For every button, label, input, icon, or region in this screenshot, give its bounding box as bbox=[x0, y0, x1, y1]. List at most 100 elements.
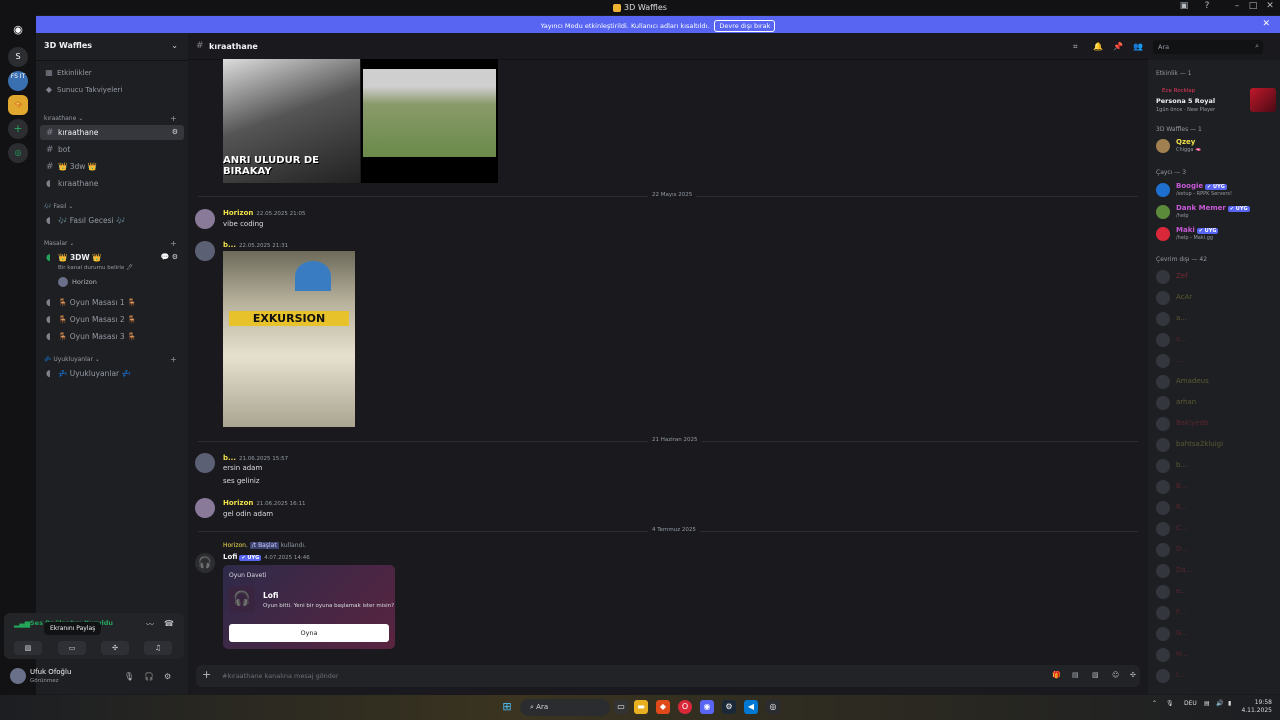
language-indicator[interactable]: DEU bbox=[1184, 700, 1197, 707]
member-offline[interactable]: arhan bbox=[1154, 395, 1278, 413]
add-server-icon[interactable]: + bbox=[8, 119, 28, 139]
activity-card[interactable]: Ece Rocklap Persona 5 Royal 1gün önce · … bbox=[1152, 88, 1276, 114]
voice-channel-kiraathane[interactable]: ◖ kıraathane bbox=[40, 176, 184, 191]
member-boogie[interactable]: Boogie ✔ UYG/setup - RPPK Servers! bbox=[1154, 182, 1278, 200]
member-offline[interactable]: a... bbox=[1154, 311, 1278, 329]
settings-icon[interactable]: ⚙ bbox=[164, 672, 171, 681]
discord-home-icon[interactable]: ◉ bbox=[8, 20, 28, 40]
attachment-image-meme[interactable]: ANRI ULUDUR DE BIRAKAY bbox=[223, 59, 360, 183]
channel-kiraathane[interactable]: # kıraathane ⚙ bbox=[40, 125, 184, 140]
server-icon-fsit[interactable]: FS IT bbox=[8, 71, 28, 91]
channel-bot[interactable]: # bot bbox=[40, 142, 184, 157]
play-button[interactable]: Oyna bbox=[229, 624, 389, 642]
member-maki[interactable]: Maki ✔ UYG/help - Maki.gg bbox=[1154, 226, 1278, 244]
member-list-icon[interactable]: 👥 bbox=[1133, 42, 1143, 51]
activities-button[interactable]: ✣ bbox=[101, 641, 129, 655]
server-header[interactable]: 3D Waffles ⌄ bbox=[36, 33, 188, 61]
add-channel-icon[interactable]: + bbox=[170, 355, 177, 364]
screen-share-button[interactable]: ▭ bbox=[58, 641, 86, 655]
command-reply[interactable]: Horizon, /t Başlat kullandı. bbox=[223, 542, 306, 549]
voice-channel-uyukluyanlar[interactable]: ◖ 💤 Uyukluyanlar 💤 bbox=[40, 366, 184, 381]
voice-user[interactable]: Horizon bbox=[58, 277, 97, 287]
vscode-icon[interactable]: ◀ bbox=[744, 700, 758, 714]
member-offline[interactable]: ... bbox=[1154, 353, 1278, 371]
category-kiraathane[interactable]: kıraathane ⌄ + bbox=[44, 114, 177, 123]
message-author[interactable]: b... 22.05.2025 21:31 bbox=[223, 241, 288, 249]
disconnect-icon[interactable]: ☎ bbox=[164, 619, 174, 628]
close-icon[interactable]: ✕ bbox=[1262, 19, 1270, 29]
member-offline[interactable]: G... bbox=[1154, 626, 1278, 644]
attachment-image-exkursion[interactable]: EXKURSION bbox=[223, 251, 355, 427]
close-button[interactable]: ✕ bbox=[1263, 1, 1277, 13]
message-author[interactable]: Horizon 21.06.2025 16:11 bbox=[223, 499, 305, 507]
tray-chevron-icon[interactable]: ⌃ bbox=[1152, 700, 1157, 707]
volume-icon[interactable]: 🔊 bbox=[1216, 700, 1223, 707]
sticker-icon[interactable]: ▧ bbox=[1092, 671, 1099, 679]
category-masalar[interactable]: Masalar ⌄ + bbox=[44, 239, 177, 248]
events-item[interactable]: ▦ Etkinlikler bbox=[44, 66, 91, 80]
battery-icon[interactable]: ▮ bbox=[1228, 700, 1231, 707]
avatar[interactable] bbox=[195, 498, 215, 518]
file-explorer-icon[interactable]: ▬ bbox=[634, 700, 648, 714]
taskbar-search[interactable]: ⌕ Ara bbox=[520, 699, 610, 716]
channel-status-hint[interactable]: Bir kanal durumu belirle 🖊 bbox=[58, 265, 133, 271]
message-author[interactable]: Horizon 22.05.2025 21:05 bbox=[223, 209, 305, 217]
apps-icon[interactable]: ✣ bbox=[1130, 671, 1136, 679]
discover-icon[interactable]: ◎ bbox=[8, 143, 28, 163]
threads-icon[interactable]: ⌗ bbox=[1073, 42, 1078, 52]
boosts-item[interactable]: ◆ Sunucu Takviyeleri bbox=[44, 83, 122, 97]
headphones-avatar-icon[interactable]: 🎧 bbox=[195, 553, 215, 573]
network-icon[interactable]: ▤ bbox=[1204, 700, 1210, 707]
member-offline[interactable]: Zef bbox=[1154, 269, 1278, 287]
microphone-icon[interactable]: 🎙 bbox=[1166, 700, 1174, 707]
member-offline[interactable]: F... bbox=[1154, 605, 1278, 623]
voice-channel-3dw[interactable]: ◖ 👑 3DW 👑 💬 ⚙ bbox=[40, 250, 184, 265]
notification-bell-icon[interactable]: 🔔 bbox=[1093, 42, 1103, 51]
avatar[interactable] bbox=[195, 453, 215, 473]
attachment-image-painting[interactable] bbox=[361, 59, 498, 183]
steam-icon[interactable]: ⚙ bbox=[722, 700, 736, 714]
member-offline[interactable]: Bakiyedb bbox=[1154, 416, 1278, 434]
soundboard-button[interactable]: ♫ bbox=[144, 641, 172, 655]
server-icon-3dwaffles[interactable]: 🧇 bbox=[8, 95, 28, 115]
member-offline[interactable]: I... bbox=[1154, 668, 1278, 686]
voice-channel-masa3[interactable]: ◖ 🪑 Oyun Masası 3 🪑 bbox=[40, 329, 184, 344]
member-offline[interactable]: b... bbox=[1154, 458, 1278, 476]
avatar[interactable] bbox=[10, 668, 26, 684]
server-icon-s[interactable]: S bbox=[8, 47, 28, 67]
member-offline[interactable]: Da... bbox=[1154, 563, 1278, 581]
headphones-icon[interactable]: 🎧 bbox=[144, 672, 154, 681]
microphone-icon[interactable]: 🎙 bbox=[124, 672, 134, 681]
add-channel-icon[interactable]: + bbox=[170, 114, 177, 123]
brave-icon[interactable]: ◆ bbox=[656, 700, 670, 714]
member-offline[interactable]: B... bbox=[1154, 479, 1278, 497]
voice-channel-masa2[interactable]: ◖ 🪑 Oyun Masası 2 🪑 bbox=[40, 312, 184, 327]
member-qzey[interactable]: Qzey Chigga 🫦 bbox=[1154, 138, 1278, 156]
channel-actions-icon[interactable]: 💬 ⚙ bbox=[161, 250, 178, 265]
member-offline[interactable]: s... bbox=[1154, 332, 1278, 350]
camera-off-button[interactable]: ▨ bbox=[14, 641, 42, 655]
discord-taskbar-icon[interactable]: ◉ bbox=[700, 700, 714, 714]
add-channel-icon[interactable]: + bbox=[170, 239, 177, 248]
gif-icon[interactable]: ▤ bbox=[1072, 671, 1079, 679]
member-offline[interactable]: H... bbox=[1154, 647, 1278, 665]
add-attachment-icon[interactable]: + bbox=[202, 668, 211, 681]
windows-start-icon[interactable]: ⊞ bbox=[500, 700, 514, 714]
inbox-icon[interactable]: ▣ bbox=[1177, 1, 1191, 13]
pin-icon[interactable]: 📌 bbox=[1113, 42, 1123, 51]
voice-channel-fasil-gecesi[interactable]: ◖ 🎶 Fasıl Gecesi 🎶 bbox=[40, 213, 184, 228]
task-view-icon[interactable]: ▭ bbox=[614, 700, 628, 714]
member-offline[interactable]: C... bbox=[1154, 521, 1278, 539]
search-input[interactable]: Ara ⌕ bbox=[1153, 40, 1263, 54]
help-icon[interactable]: ? bbox=[1200, 1, 1214, 13]
avatar[interactable] bbox=[195, 241, 215, 261]
noise-suppression-icon[interactable]: 〰 bbox=[146, 619, 154, 630]
gift-icon[interactable]: 🎁 bbox=[1052, 671, 1061, 679]
chrome-icon[interactable]: ◎ bbox=[766, 700, 780, 714]
maximize-button[interactable]: □ bbox=[1246, 1, 1260, 13]
message-input[interactable] bbox=[222, 669, 922, 683]
minimize-button[interactable]: – bbox=[1230, 1, 1244, 13]
emoji-icon[interactable]: ☺ bbox=[1112, 671, 1119, 679]
member-offline[interactable]: AcAr bbox=[1154, 290, 1278, 308]
member-offline[interactable]: R... bbox=[1154, 500, 1278, 518]
